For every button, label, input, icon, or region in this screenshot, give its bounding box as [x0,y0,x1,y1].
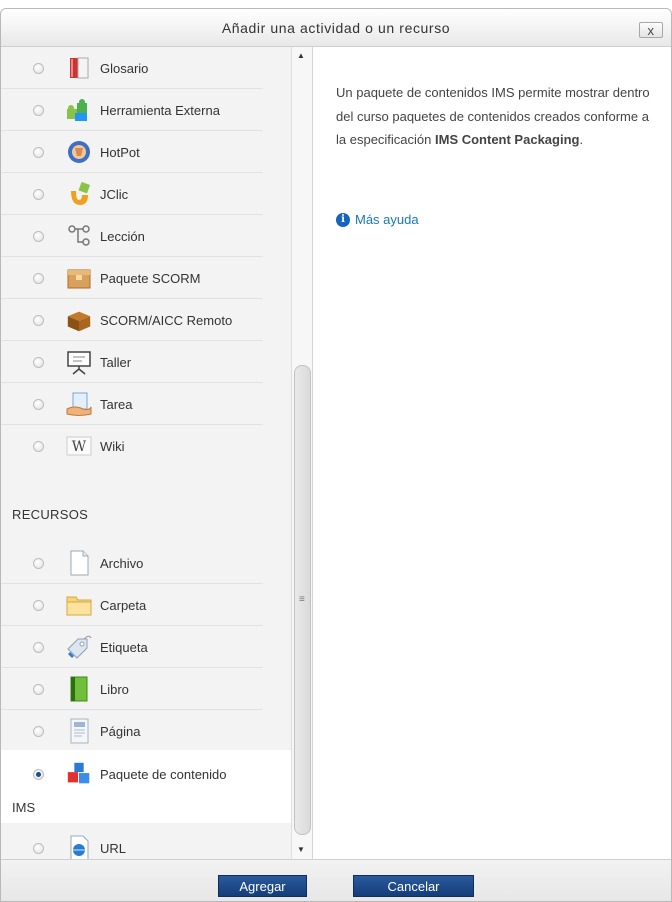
scroll-up-arrow-icon[interactable]: ▲ [297,51,305,60]
list-item-glosario[interactable]: Glosario [1,47,291,89]
list-item-scorm-aicc-remoto[interactable]: SCORM/AICC Remoto [1,299,291,341]
list-item-label: Tarea [100,396,133,412]
list-item-label: HotPot [100,144,140,160]
radio-libro[interactable] [33,683,44,695]
list-scrollbar[interactable]: ▲ ≡ ▼ [291,47,313,859]
list-item-etiqueta[interactable]: Etiqueta [1,626,291,668]
radio-url[interactable] [33,842,44,854]
radio-etiqueta[interactable] [33,641,44,653]
dialog-titlebar: Añadir una actividad o un recurso x [1,9,671,47]
cancel-button[interactable]: Cancelar [353,875,474,897]
radio-pagina[interactable] [33,725,44,737]
list-item-leccion[interactable]: Lección [1,215,291,257]
radio-carpeta[interactable] [33,599,44,611]
book-icon [65,675,93,703]
radio-paquete-contenido-ims[interactable] [33,768,44,780]
description-emphasis: IMS Content Packaging [435,132,580,147]
close-icon: x [647,23,655,38]
scrollbar-thumb[interactable]: ≡ [294,365,311,835]
dialog-footer: Agregar Cancelar [1,859,671,901]
module-description: Un paquete de contenidos IMS permite mos… [336,85,650,147]
list-item-label: Lección [100,228,145,244]
remote-box-icon [65,306,93,334]
list-item-label: Página [100,723,141,739]
list-item-label: SCORM/AICC Remoto [100,312,233,328]
resources-heading: RECURSOS [12,507,89,522]
radio-taller[interactable] [33,356,44,368]
list-item-label: Paquete SCORM [100,270,201,286]
lesson-icon [65,222,93,250]
list-item-label: Archivo [100,555,144,571]
add-activity-dialog: Añadir una actividad o un recurso x Glos… [0,8,672,902]
scroll-down-arrow-icon[interactable]: ▼ [297,845,305,854]
list-item-label: JClic [100,186,129,202]
list-item-archivo[interactable]: Archivo [1,542,291,584]
radio-glosario[interactable] [33,62,44,74]
add-button[interactable]: Agregar [218,875,307,897]
radio-tarea[interactable] [33,398,44,410]
radio-herramienta-externa[interactable] [33,104,44,116]
dialog-title: Añadir una actividad o un recurso [221,19,451,36]
list-item-wiki[interactable]: W Wiki [1,425,291,467]
list-item-paquete-contenido-ims[interactable]: Paquete de contenido IMS [1,750,291,823]
folder-icon [65,591,93,619]
list-item-label: URL [100,840,127,856]
more-help-link[interactable]: i Más ayuda [336,212,419,227]
list-item-label: Taller [100,354,132,370]
more-help-label: Más ayuda [355,212,419,227]
radio-archivo[interactable] [33,557,44,569]
description-panel: Un paquete de contenidos IMS permite mos… [313,47,671,859]
list-item-jclic[interactable]: JClic [1,173,291,215]
workshop-icon [65,348,93,376]
list-item-taller[interactable]: Taller [1,341,291,383]
page-icon [65,717,93,745]
list-item-herramienta-externa[interactable]: Herramienta Externa [1,89,291,131]
list-item-libro[interactable]: Libro [1,668,291,710]
list-item-tarea[interactable]: Tarea [1,383,291,425]
puzzle-icon [65,96,93,124]
svg-text:W: W [72,439,87,455]
jclic-icon [65,180,93,208]
list-item-label: Etiqueta [100,639,148,655]
list-item-pagina[interactable]: Página [1,710,291,752]
list-item-label: Herramienta Externa [100,102,220,118]
list-item-label: Carpeta [100,597,147,613]
label-tag-icon [65,633,93,661]
list-item-label: Paquete de contenido [100,766,227,782]
list-item-hotpot[interactable]: HotPot [1,131,291,173]
list-item-label: Glosario [100,60,149,76]
info-icon: i [336,212,350,227]
file-icon [65,549,93,577]
scorm-package-icon [65,264,93,292]
ims-package-icon [65,760,93,788]
radio-paquete-scorm[interactable] [33,272,44,284]
list-item-label: Libro [100,681,129,697]
list-item-url[interactable]: URL [1,827,291,859]
grip-icon: ≡ [299,594,305,605]
hotpot-icon [65,138,93,166]
radio-hotpot[interactable] [33,146,44,158]
radio-scorm-aicc-remoto[interactable] [33,314,44,326]
close-button[interactable]: x [639,22,663,38]
glossary-icon [65,54,93,82]
url-icon [65,834,93,859]
radio-wiki[interactable] [33,440,44,452]
assignment-icon [65,390,93,418]
radio-leccion[interactable] [33,230,44,242]
module-list: Glosario Herramienta Externa HotPot JCli… [1,47,291,859]
radio-jclic[interactable] [33,188,44,200]
wiki-icon: W [65,432,93,460]
list-item-label: Wiki [100,438,125,454]
list-item-label-continuation: IMS [12,800,36,815]
list-item-paquete-scorm[interactable]: Paquete SCORM [1,257,291,299]
list-item-carpeta[interactable]: Carpeta [1,584,291,626]
